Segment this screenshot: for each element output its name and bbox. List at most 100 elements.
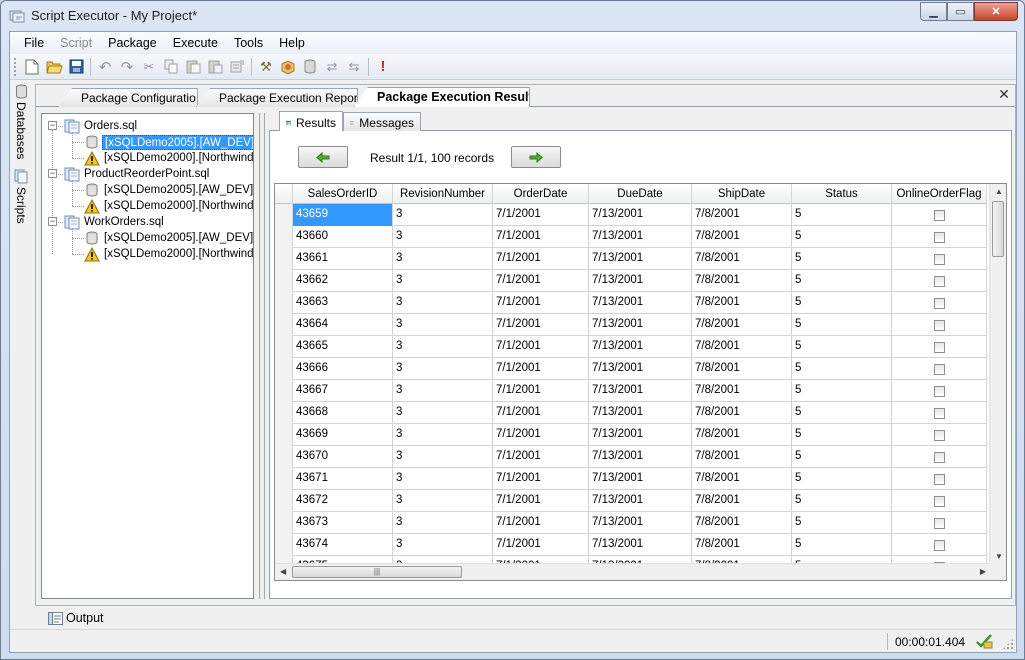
online-order-flag-cell[interactable]	[892, 358, 987, 380]
online-order-flag-cell[interactable]	[892, 314, 987, 336]
sync-button[interactable]: ⇄	[322, 57, 342, 77]
online-order-flag-checkbox[interactable]	[933, 451, 945, 463]
redo-button[interactable]: ↷	[117, 57, 137, 77]
splitter[interactable]	[259, 113, 265, 599]
close-tab-button[interactable]: ✕	[997, 87, 1011, 101]
table-cell[interactable]: 7/13/2001	[589, 490, 692, 512]
table-cell[interactable]: 5	[792, 336, 892, 358]
row-header[interactable]	[275, 336, 293, 358]
table-cell[interactable]: 7/13/2001	[589, 468, 692, 490]
table-cell[interactable]: 43670	[293, 446, 393, 468]
table-cell[interactable]: 7/8/2001	[692, 380, 792, 402]
table-cell[interactable]: 5	[792, 270, 892, 292]
online-order-flag-cell[interactable]	[892, 512, 987, 534]
row-header[interactable]	[275, 424, 293, 446]
online-order-flag-checkbox[interactable]	[933, 473, 945, 485]
tree-script-node[interactable]: ProductReorderPoint.sql	[64, 166, 211, 182]
online-order-flag-cell[interactable]	[892, 226, 987, 248]
online-order-flag-cell[interactable]	[892, 270, 987, 292]
table-cell[interactable]: 3	[393, 424, 493, 446]
online-order-flag-cell[interactable]	[892, 292, 987, 314]
swap-button[interactable]: ⇆	[344, 57, 364, 77]
table-cell[interactable]: 43673	[293, 512, 393, 534]
row-header[interactable]	[275, 380, 293, 402]
open-button[interactable]	[44, 57, 64, 77]
table-row[interactable]: 43673 3 7/1/2001 7/13/2001 7/8/2001 5	[275, 512, 987, 534]
table-cell[interactable]: 3	[393, 490, 493, 512]
table-cell[interactable]: 7/1/2001	[493, 358, 589, 380]
online-order-flag-checkbox[interactable]	[933, 539, 945, 551]
online-order-flag-checkbox[interactable]	[933, 407, 945, 419]
online-order-flag-checkbox[interactable]	[933, 209, 945, 221]
online-order-flag-cell[interactable]	[892, 534, 987, 556]
table-cell[interactable]: 3	[393, 402, 493, 424]
table-cell[interactable]: 7/1/2001	[493, 270, 589, 292]
table-cell[interactable]: 7/1/2001	[493, 314, 589, 336]
table-cell[interactable]: 7/13/2001	[589, 402, 692, 424]
table-cell[interactable]: 7/1/2001	[493, 292, 589, 314]
title-bar[interactable]: Script Executor - My Project* ▁ ▭ ✕	[1, 1, 1024, 31]
table-cell[interactable]: 7/8/2001	[692, 424, 792, 446]
new-button[interactable]	[22, 57, 42, 77]
table-cell[interactable]: 43671	[293, 468, 393, 490]
scroll-down-icon[interactable]: ▼	[995, 552, 1003, 561]
table-cell[interactable]: 7/1/2001	[493, 534, 589, 556]
table-row[interactable]: 43661 3 7/1/2001 7/13/2001 7/8/2001 5	[275, 248, 987, 270]
horizontal-scrollbar[interactable]: ◀ ||| ▶	[275, 563, 991, 580]
table-cell[interactable]: 7/1/2001	[493, 490, 589, 512]
table-cell[interactable]: 7/1/2001	[493, 424, 589, 446]
table-cell[interactable]: 7/8/2001	[692, 468, 792, 490]
tree-expander[interactable]: −	[48, 169, 57, 178]
online-order-flag-cell[interactable]	[892, 248, 987, 270]
tree-script-node[interactable]: Orders.sql	[64, 118, 139, 134]
row-header[interactable]	[275, 270, 293, 292]
table-cell[interactable]: 5	[792, 534, 892, 556]
column-header[interactable]: DueDate	[589, 184, 692, 204]
table-row[interactable]: 43670 3 7/1/2001 7/13/2001 7/8/2001 5	[275, 446, 987, 468]
row-header[interactable]	[275, 292, 293, 314]
table-cell[interactable]: 7/13/2001	[589, 314, 692, 336]
table-cell[interactable]: 43665	[293, 336, 393, 358]
table-cell[interactable]: 5	[792, 468, 892, 490]
table-cell[interactable]: 3	[393, 468, 493, 490]
table-cell[interactable]: 5	[792, 314, 892, 336]
table-cell[interactable]: 7/13/2001	[589, 424, 692, 446]
tree-target-node[interactable]: [xSQLDemo2000].[Northwind]	[84, 246, 253, 262]
menu-script[interactable]: Script	[52, 36, 100, 50]
toolbar-grip[interactable]	[14, 57, 17, 76]
online-order-flag-checkbox[interactable]	[933, 429, 945, 441]
table-cell[interactable]: 5	[792, 402, 892, 424]
table-row[interactable]: 43672 3 7/1/2001 7/13/2001 7/8/2001 5	[275, 490, 987, 512]
tree-target-node[interactable]: [xSQLDemo2005].[AW_DEV]	[84, 230, 253, 246]
table-cell[interactable]: 5	[792, 424, 892, 446]
table-cell[interactable]: 7/1/2001	[493, 402, 589, 424]
tree-target-node[interactable]: [xSQLDemo2000].[Northwind]	[84, 150, 253, 166]
online-order-flag-checkbox[interactable]	[933, 253, 945, 265]
row-header[interactable]	[275, 358, 293, 380]
table-cell[interactable]: 5	[792, 446, 892, 468]
table-cell[interactable]: 7/8/2001	[692, 490, 792, 512]
online-order-flag-checkbox[interactable]	[933, 363, 945, 375]
tab-results[interactable]: Results	[279, 111, 343, 132]
table-cell[interactable]: 5	[792, 226, 892, 248]
menu-tools[interactable]: Tools	[226, 36, 271, 50]
row-header[interactable]	[275, 402, 293, 424]
table-cell[interactable]: 43674	[293, 534, 393, 556]
table-row[interactable]: 43668 3 7/1/2001 7/13/2001 7/8/2001 5	[275, 402, 987, 424]
online-order-flag-checkbox[interactable]	[933, 231, 945, 243]
table-cell[interactable]: 7/8/2001	[692, 248, 792, 270]
table-row[interactable]: 43662 3 7/1/2001 7/13/2001 7/8/2001 5	[275, 270, 987, 292]
table-cell[interactable]: 7/13/2001	[589, 248, 692, 270]
table-row[interactable]: 43664 3 7/1/2001 7/13/2001 7/8/2001 5	[275, 314, 987, 336]
table-cell[interactable]: 7/1/2001	[493, 226, 589, 248]
column-header[interactable]: OnlineOrderFlag	[892, 184, 987, 204]
online-order-flag-checkbox[interactable]	[933, 297, 945, 309]
table-cell[interactable]: 43666	[293, 358, 393, 380]
row-header[interactable]	[275, 512, 293, 534]
row-header[interactable]	[275, 314, 293, 336]
table-cell[interactable]: 7/1/2001	[493, 204, 589, 226]
tree-expander[interactable]: −	[48, 121, 57, 130]
table-cell[interactable]: 7/13/2001	[589, 336, 692, 358]
undo-button[interactable]: ↶	[95, 57, 115, 77]
online-order-flag-cell[interactable]	[892, 336, 987, 358]
